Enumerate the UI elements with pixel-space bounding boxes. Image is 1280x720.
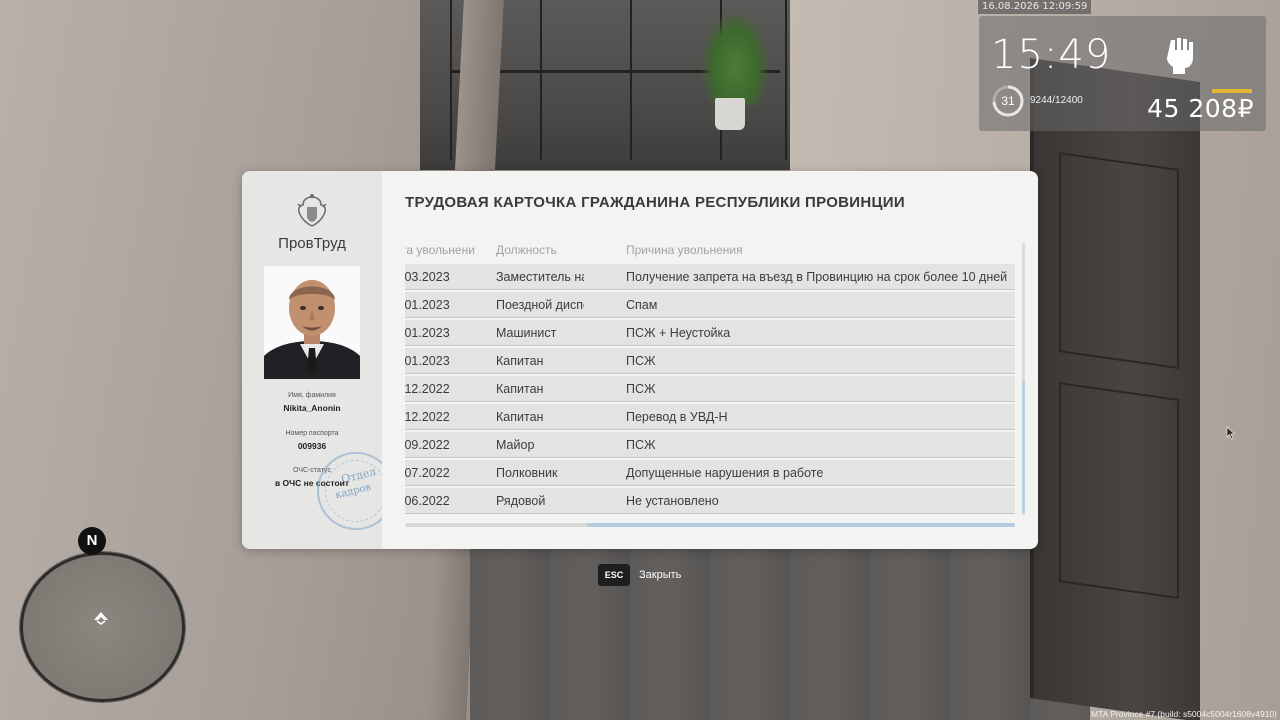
cell-position: Машинист [496,326,557,340]
money-accent-bar [1212,89,1252,93]
table-row: .12.2022 Капитан Перевод в УВД-Н [405,404,1015,430]
cell-reason: ПСЖ [626,438,656,452]
table-header: та увольнени Должность Причина увольнени… [405,236,1015,262]
table-row: .01.2023 Капитан ПСЖ [405,348,1015,374]
table-row: .01.2023 Машинист ПСЖ + Неустойка [405,320,1015,346]
cell-date: .01.2023 [405,298,450,312]
plant [700,10,770,105]
column-header-date: та увольнени [405,243,475,257]
coat-of-arms-icon [297,194,327,227]
cell-date: .03.2023 [405,270,450,284]
cell-date: .01.2023 [405,326,450,340]
experience-counter: 9244/12400 [1030,95,1083,106]
employment-card-window: ПровТруд Имя, фамилия Nikita_Anonin Номе… [242,171,1038,549]
table-row: .03.2023 Заместитель начальника Получени… [405,264,1015,290]
cell-reason: Спам [626,298,658,312]
table-row: .07.2022 Полковник Допущенные нарушения … [405,460,1015,486]
citizen-photo [264,266,360,379]
cell-date: .01.2023 [405,354,450,368]
fist-icon [1167,38,1193,74]
esc-key-button[interactable]: ESC [598,564,630,586]
table-row: .12.2022 Капитан ПСЖ [405,376,1015,402]
hud-panel: 15:49 31 9244/12400 45 208₽ [979,16,1266,131]
cell-position: Капитан [496,410,544,424]
table-row: .06.2022 Рядовой Не установлено [405,488,1015,514]
brand-name: ПровТруд [278,235,346,252]
cell-reason: ПСЖ [626,354,656,368]
name-value: Nikita_Anonin [283,403,341,413]
level-number: 31 [1001,94,1015,108]
minimap [20,552,185,702]
mouse-cursor-icon [1226,426,1236,440]
plant-pot [715,98,745,130]
hud-clock: 15:49 [991,32,1112,78]
cell-reason: Получение запрета на въезд в Провинцию н… [626,270,1008,284]
cell-date: .06.2022 [405,494,450,508]
door [1030,58,1200,720]
datetime: 16.08.2026 12:09:59 [978,0,1092,14]
dismissal-table[interactable]: та увольнени Должность Причина увольнени… [405,236,1015,518]
name-label: Имя, фамилия [288,392,336,399]
column-header-reason: Причина увольнения [626,243,743,257]
vertical-scrollbar-thumb[interactable] [1022,381,1025,513]
cell-reason: Перевод в УВД-Н [626,410,728,424]
cell-position: Майор [496,438,535,452]
player-arrow-icon [94,612,108,625]
card-title: ТРУДОВАЯ КАРТОЧКА ГРАЖДАНИНА РЕСПУБЛИКИ … [405,194,905,211]
table-row: .01.2023 Поездной диспетчер Спам [405,292,1015,318]
cell-reason: Допущенные нарушения в работе [626,466,824,480]
horizontal-scrollbar-thumb[interactable] [587,523,1015,527]
cell-date: .12.2022 [405,410,450,424]
table-row: .09.2022 Майор ПСЖ [405,432,1015,458]
cell-reason: ПСЖ + Неустойка [626,326,731,340]
card-profile-panel: ПровТруд Имя, фамилия Nikita_Anonin Номе… [242,171,395,549]
cell-reason: Не установлено [626,494,719,508]
money-balance: 45 208₽ [1147,94,1254,123]
close-label[interactable]: Закрыть [639,569,681,581]
cell-position: Полковник [496,466,558,480]
passport-label: Номер паспорта [285,430,339,437]
cell-date: .12.2022 [405,382,450,396]
passport-value: 009936 [297,441,327,451]
cell-position: Заместитель начальника [496,270,584,284]
cell-position: Капитан [496,382,544,396]
card-content-panel: ТРУДОВАЯ КАРТОЧКА ГРАЖДАНИНА РЕСПУБЛИКИ … [382,171,1038,549]
cell-date: .09.2022 [405,438,450,452]
cell-position: Рядовой [496,494,546,508]
compass-north-icon: N [78,527,106,555]
floor [470,545,1090,720]
cell-position: Поездной диспетчер [496,298,584,312]
column-header-position: Должность [496,243,557,257]
cell-position: Капитан [496,354,544,368]
cell-date: .07.2022 [405,466,450,480]
cell-reason: ПСЖ [626,382,656,396]
build-info: MTA Province #7 (build: s5004c5004r1608v… [1090,709,1277,719]
